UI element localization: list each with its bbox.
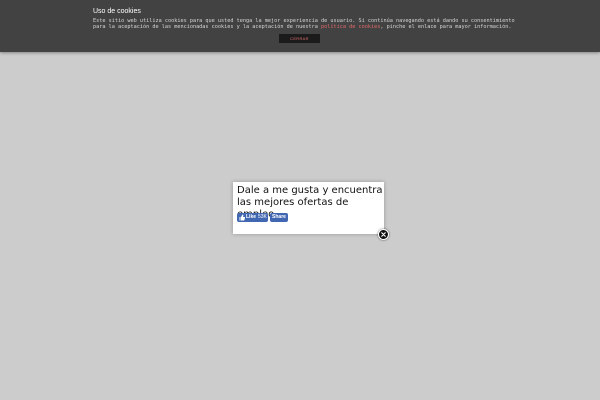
close-icon: [381, 232, 386, 237]
like-label: Like: [246, 214, 257, 220]
cookie-policy-link[interactable]: política de cookies: [321, 24, 380, 30]
facebook-like-button[interactable]: Like 53K: [237, 213, 268, 222]
like-count: 53K: [258, 214, 267, 220]
facebook-like-modal: Dale a me gusta y encuentra las mejores …: [233, 182, 384, 234]
cookie-close-button[interactable]: CERRAR: [279, 34, 320, 43]
facebook-share-button[interactable]: Share: [270, 213, 288, 222]
thumbs-up-icon: [239, 214, 245, 221]
cookie-consent-bar: Uso de cookies Este sitio web utiliza co…: [0, 0, 600, 52]
cookie-bar-message: Este sitio web utiliza cookies para que …: [93, 18, 523, 30]
modal-close-button[interactable]: [378, 229, 389, 240]
cookie-bar-title: Uso de cookies: [93, 8, 141, 15]
cookie-message-text-end: , pinche el enlace para mayor informació…: [380, 24, 512, 30]
